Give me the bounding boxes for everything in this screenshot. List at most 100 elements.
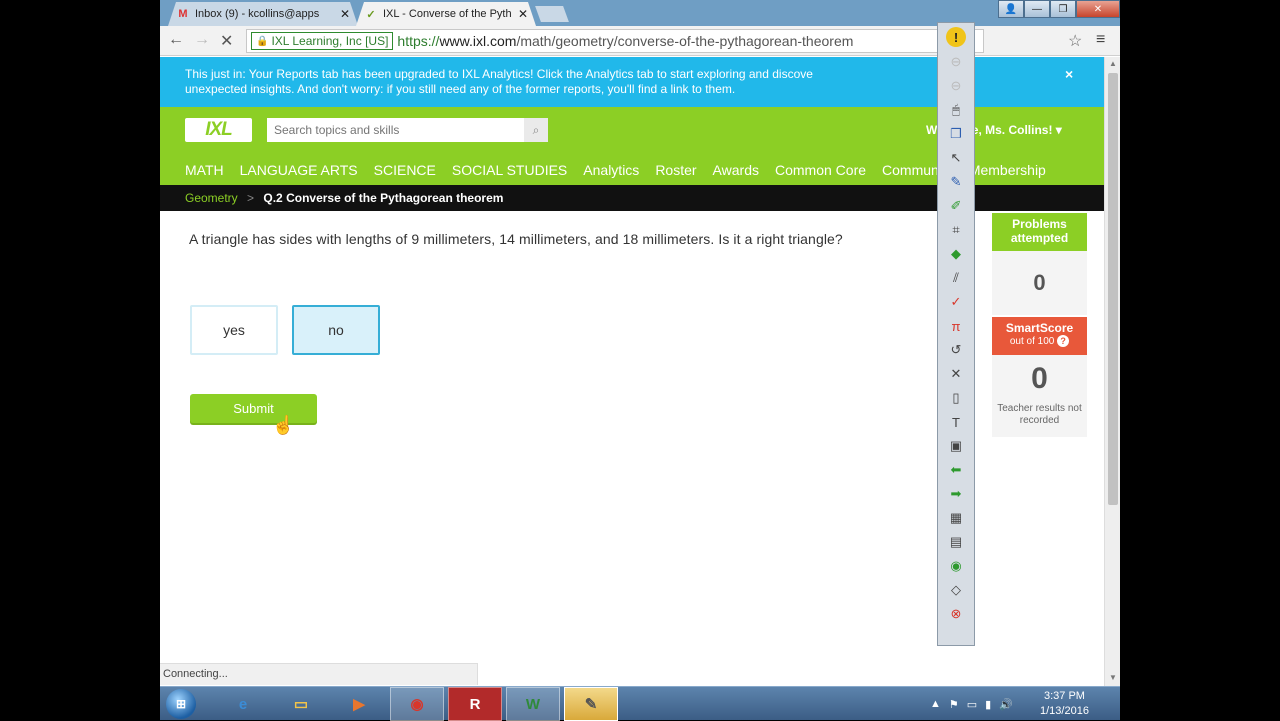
save-icon[interactable]: ▤: [946, 533, 966, 551]
smartscore-value: 0: [1031, 362, 1048, 395]
nav-math[interactable]: MATH: [185, 162, 224, 178]
pen-icon[interactable]: ✎: [946, 173, 966, 191]
nav-analytics[interactable]: Analytics: [583, 162, 639, 178]
secure-label: IXL Learning, Inc [US]: [271, 34, 389, 48]
next-arrow-icon[interactable]: ➡: [946, 485, 966, 503]
line-icon[interactable]: ⫽: [946, 269, 966, 287]
browser-window: M Inbox (9) - kcollins@apps ✕ ✓ IXL - Co…: [160, 0, 1120, 686]
start-button[interactable]: ⊞: [166, 689, 196, 719]
media-player-icon[interactable]: ▶: [332, 687, 386, 721]
breadcrumb-current: Q.2 Converse of the Pythagorean theorem: [263, 191, 504, 205]
new-tab-button[interactable]: [535, 6, 569, 22]
page-icon[interactable]: ▯: [946, 389, 966, 407]
breadcrumb-separator: >: [247, 191, 255, 205]
clock[interactable]: 3:37 PM 1/13/2016: [1040, 689, 1089, 719]
banner-close-icon[interactable]: ×: [1065, 67, 1073, 82]
nav-awards[interactable]: Awards: [713, 162, 759, 178]
scroll-up-icon[interactable]: ▲: [1109, 59, 1117, 68]
paint-app-icon[interactable]: ✎: [564, 687, 618, 721]
user-icon[interactable]: 👤: [998, 0, 1024, 18]
table-icon[interactable]: ▦: [946, 509, 966, 527]
nav-common-core[interactable]: Common Core: [775, 162, 866, 178]
tab-title: Inbox (9) - kcollins@apps: [195, 8, 320, 20]
system-tray: ▲ ⚑ ▭ ▮ 🔊: [930, 687, 1013, 721]
tab-gmail[interactable]: M Inbox (9) - kcollins@apps ✕: [168, 2, 358, 26]
help-icon[interactable]: ?: [1057, 335, 1070, 347]
previous-arrow-icon[interactable]: ⬅: [946, 461, 966, 479]
desktop: M Inbox (9) - kcollins@apps ✕ ✓ IXL - Co…: [0, 0, 1280, 721]
clock-date: 1/13/2016: [1040, 705, 1089, 717]
disabled-up-icon: ⊖: [950, 54, 962, 69]
address-bar[interactable]: 🔒 IXL Learning, Inc [US] https://www.ixl…: [246, 29, 984, 53]
search-icon[interactable]: ⌕: [524, 118, 548, 142]
answer-no-button[interactable]: no: [292, 305, 380, 355]
ixl-favicon-icon: ✓: [366, 8, 376, 21]
scroll-down-icon[interactable]: ▼: [1109, 673, 1117, 682]
problems-attempted-value: 0: [992, 251, 1087, 315]
volume-icon[interactable]: 🔊: [999, 698, 1013, 711]
breadcrumb-parent[interactable]: Geometry: [185, 191, 238, 205]
tab-ixl[interactable]: ✓ IXL - Converse of the Pyth ✕: [356, 2, 536, 26]
main-nav: MATH LANGUAGE ARTS SCIENCE SOCIAL STUDIE…: [185, 162, 1046, 178]
tab-strip: M Inbox (9) - kcollins@apps ✕ ✓ IXL - Co…: [160, 0, 1120, 26]
pointer-icon[interactable]: ↖: [946, 149, 966, 167]
submit-button[interactable]: Submit: [190, 394, 317, 423]
flag-icon[interactable]: ⚑: [949, 698, 959, 711]
hand-cursor-icon: ☝: [272, 415, 295, 435]
chrome-icon[interactable]: ◉: [390, 687, 444, 721]
delete-icon[interactable]: ✕: [946, 365, 966, 383]
network-icon[interactable]: ▮: [985, 698, 991, 711]
nav-social-studies[interactable]: SOCIAL STUDIES: [452, 162, 567, 178]
smartscore-label: SmartScore: [1005, 321, 1074, 335]
clock-time: 3:37 PM: [1043, 690, 1085, 702]
nav-membership[interactable]: Membership: [969, 162, 1046, 178]
ixl-logo[interactable]: IXL: [185, 118, 252, 142]
eraser-icon[interactable]: ◇: [946, 581, 966, 599]
nav-language-arts[interactable]: LANGUAGE ARTS: [240, 162, 358, 178]
stats-panel: Problems attempted 0 SmartScore out of 1…: [992, 213, 1087, 437]
copy-icon[interactable]: ❐: [946, 125, 966, 143]
nav-science[interactable]: SCIENCE: [374, 162, 436, 178]
vertical-scrollbar[interactable]: ▲ ▼: [1104, 57, 1120, 686]
internet-explorer-icon[interactable]: e: [216, 687, 270, 721]
undo-icon[interactable]: ↺: [946, 341, 966, 359]
shapes-icon[interactable]: ◆: [946, 245, 966, 263]
r-app-icon[interactable]: R: [448, 687, 502, 721]
close-tab-icon[interactable]: ✕: [518, 7, 528, 21]
close-palette-icon[interactable]: ⊗: [946, 605, 966, 623]
tray-expand-icon[interactable]: ▲: [930, 698, 941, 710]
highlighter-icon[interactable]: ✐: [946, 197, 966, 215]
camera-icon[interactable]: ◉: [946, 557, 966, 575]
close-tab-icon[interactable]: ✕: [340, 7, 350, 21]
minimize-button[interactable]: —: [1024, 0, 1050, 18]
info-icon[interactable]: !: [946, 27, 966, 47]
ws-app-icon[interactable]: W: [506, 687, 560, 721]
text-icon[interactable]: T: [946, 413, 966, 431]
stop-icon[interactable]: ✕: [220, 31, 233, 51]
mouse-icon[interactable]: 🖱: [946, 101, 966, 119]
url-text: https://www.ixl.com/math/geometry/conver…: [397, 33, 854, 49]
screenshot-icon[interactable]: ▣: [946, 437, 966, 455]
teacher-results-note: Teacher results not recorded: [997, 403, 1082, 426]
answer-yes-button[interactable]: yes: [190, 305, 278, 355]
spell-icon[interactable]: ✓: [946, 293, 966, 311]
disabled-down-icon: ⊖: [950, 78, 962, 93]
back-arrow-icon[interactable]: ←: [168, 31, 184, 49]
file-explorer-icon[interactable]: ▭: [274, 687, 328, 721]
forward-arrow-icon[interactable]: →: [194, 31, 210, 49]
search-input[interactable]: [267, 118, 547, 142]
secure-badge[interactable]: 🔒 IXL Learning, Inc [US]: [251, 32, 394, 50]
window-controls: 👤 — ❐ ✕: [998, 0, 1120, 18]
scroll-thumb[interactable]: [1108, 73, 1118, 505]
status-bar: Connecting...: [160, 663, 478, 685]
math-icon[interactable]: π: [946, 317, 966, 335]
close-window-button[interactable]: ✕: [1076, 0, 1120, 18]
menu-icon[interactable]: ≡: [1096, 31, 1105, 49]
maximize-button[interactable]: ❐: [1050, 0, 1076, 18]
problems-attempted-label: Problems attempted: [992, 213, 1087, 251]
nav-roster[interactable]: Roster: [655, 162, 696, 178]
bookmark-star-icon[interactable]: ☆: [1068, 31, 1082, 51]
tag-icon[interactable]: ⌗: [946, 221, 966, 239]
smartscore-value-box: 0 Teacher results not recorded: [992, 355, 1087, 437]
device-icon[interactable]: ▭: [967, 698, 977, 711]
